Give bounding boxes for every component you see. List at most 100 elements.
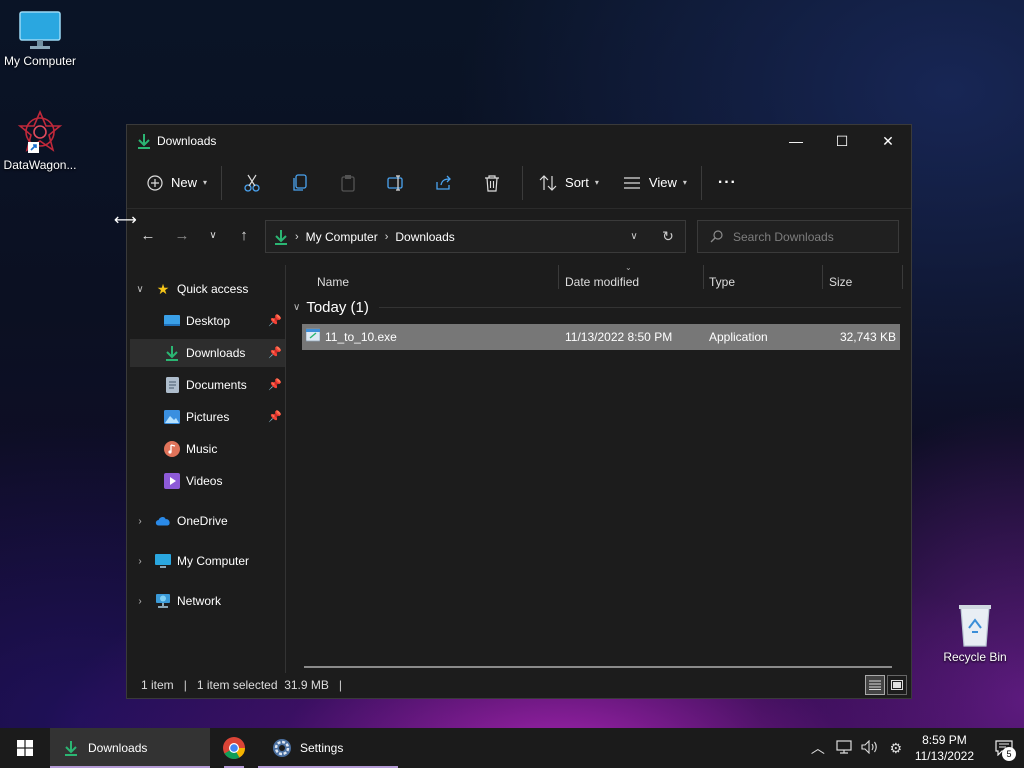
desktop-icon-my-computer[interactable]: My Computer [0, 8, 80, 68]
sidebar-item-videos[interactable]: Videos [130, 467, 285, 495]
desktop-icon-label: Recycle Bin [943, 650, 1007, 664]
copy-button[interactable] [276, 165, 324, 201]
rename-button[interactable] [372, 165, 420, 201]
taskbar-app-label: Settings [300, 741, 344, 755]
sidebar-item-onedrive[interactable]: › OneDrive [133, 507, 283, 535]
sidebar-item-my-computer[interactable]: › My Computer [133, 547, 283, 575]
file-name: 11_to_10.exe [325, 330, 397, 344]
status-divider: | [338, 678, 343, 692]
settings-tray-gear-icon[interactable]: ⚙ [883, 740, 909, 757]
chevron-right-icon[interactable]: › [133, 596, 147, 607]
taskbar-app-chrome[interactable] [210, 728, 258, 768]
desktop-icon-recycle-bin[interactable]: Recycle Bin [935, 600, 1015, 664]
taskbar: Downloads Settings ︿ ⚙ 8:59 PM 11/13/202… [0, 728, 1024, 768]
sidebar-item-network[interactable]: › Network [133, 587, 283, 615]
group-label: Today (1) [306, 299, 369, 316]
new-button[interactable]: New ▾ [139, 165, 215, 201]
column-divider[interactable] [703, 265, 704, 289]
file-explorer-window: Downloads — ☐ ✕ New ▾ Sort ▾ View ▾ ··· … [126, 124, 912, 699]
sidebar-item-label: My Computer [177, 554, 250, 568]
file-size: 32,743 KB [839, 330, 896, 344]
file-date: 11/13/2022 8:50 PM [565, 330, 673, 344]
sort-label: Sort [565, 175, 589, 190]
sidebar-item-label: Pictures [186, 410, 230, 424]
breadcrumb-my-computer[interactable]: My Computer [306, 230, 378, 244]
chevron-right-icon: › [295, 230, 299, 243]
sidebar-item-quick-access[interactable]: ∨ ★ Quick access [133, 275, 283, 303]
refresh-icon[interactable]: ↻ [651, 228, 685, 245]
network-status-icon[interactable] [831, 739, 857, 757]
rename-icon [387, 174, 405, 191]
taskbar-app-settings[interactable]: Settings [258, 728, 398, 768]
volume-icon[interactable] [857, 739, 883, 757]
pictures-icon [164, 409, 180, 425]
close-button[interactable]: ✕ [865, 125, 911, 157]
up-button[interactable]: ↑ [227, 219, 261, 251]
resize-cursor-icon: ⟷ [114, 212, 137, 229]
share-button[interactable] [420, 165, 468, 201]
sidebar-item-desktop[interactable]: Desktop 📌 [130, 307, 285, 335]
maximize-button[interactable]: ☐ [819, 125, 865, 157]
sidebar-item-label: Documents [186, 378, 247, 392]
horizontal-scrollbar[interactable] [304, 666, 892, 668]
file-row[interactable]: 11_to_10.exe 11/13/2022 8:50 PM Applicat… [302, 324, 900, 350]
sort-icon [539, 174, 557, 191]
column-divider[interactable] [558, 265, 559, 289]
more-options-button[interactable]: ··· [708, 165, 745, 201]
column-header-name[interactable]: Name [317, 270, 349, 294]
clock[interactable]: 8:59 PM 11/13/2022 [915, 732, 974, 764]
chevron-right-icon[interactable]: › [133, 516, 147, 527]
pin-icon[interactable]: 📌 [268, 314, 282, 327]
breadcrumb-downloads[interactable]: Downloads [395, 230, 454, 244]
address-bar[interactable]: › My Computer › Downloads ∨ ↻ [265, 220, 686, 253]
details-view-button[interactable] [865, 675, 885, 695]
large-icons-view-button[interactable] [887, 675, 907, 695]
sidebar-item-label: Downloads [186, 346, 246, 360]
sidebar-item-documents[interactable]: Documents 📌 [130, 371, 285, 399]
column-header-type[interactable]: Type [709, 270, 735, 294]
start-button[interactable] [0, 728, 50, 768]
pin-icon[interactable]: 📌 [268, 378, 282, 391]
item-count: 1 item [141, 678, 174, 692]
sidebar-item-downloads[interactable]: Downloads 📌 [130, 339, 285, 367]
network-icon [155, 593, 171, 609]
address-history-chevron-icon[interactable]: ∨ [617, 231, 651, 242]
share-icon [435, 175, 453, 191]
search-icon [710, 230, 723, 243]
recent-locations-button[interactable]: ∨ [199, 219, 227, 251]
chevron-right-icon[interactable]: › [133, 556, 147, 567]
sidebar-item-music[interactable]: Music [130, 435, 285, 463]
column-divider[interactable] [902, 265, 903, 289]
title-bar[interactable]: Downloads — ☐ ✕ [127, 125, 911, 157]
sort-button[interactable]: Sort ▾ [529, 165, 607, 201]
group-header-today[interactable]: ∨ Today (1) [293, 299, 901, 316]
pane-splitter[interactable] [285, 265, 286, 673]
paste-icon [340, 174, 356, 192]
application-icon [305, 328, 321, 345]
status-bar: 1 item | 1 item selected 31.9 MB | [127, 672, 911, 698]
pin-icon[interactable]: 📌 [268, 410, 282, 423]
download-arrow-icon [274, 229, 288, 245]
download-arrow-icon [137, 133, 151, 149]
search-input[interactable] [733, 229, 893, 244]
sidebar-item-pictures[interactable]: Pictures 📌 [130, 403, 285, 431]
column-divider[interactable] [822, 265, 823, 289]
forward-button[interactable]: → [165, 219, 199, 251]
chevron-down-icon[interactable]: ∨ [133, 284, 147, 295]
desktop-icon-datawagon[interactable]: DataWagon... [0, 106, 80, 172]
taskbar-app-downloads[interactable]: Downloads [50, 728, 210, 768]
chevron-up-icon[interactable]: ︿ [805, 738, 831, 758]
pin-icon[interactable]: 📌 [268, 346, 282, 359]
column-header-size[interactable]: Size [829, 270, 852, 294]
monitor-icon [0, 8, 80, 54]
column-header-date-modified[interactable]: Date modified [565, 270, 639, 294]
sort-indicator-icon: ⌄ [625, 263, 632, 272]
copy-icon [292, 173, 308, 192]
minimize-button[interactable]: — [773, 125, 819, 157]
delete-button[interactable] [468, 165, 516, 201]
notification-center-button[interactable]: 5 [984, 728, 1024, 768]
view-button[interactable]: View ▾ [607, 165, 695, 201]
paste-button[interactable] [324, 165, 372, 201]
cut-button[interactable] [228, 165, 276, 201]
sidebar-item-label: Music [186, 442, 218, 456]
